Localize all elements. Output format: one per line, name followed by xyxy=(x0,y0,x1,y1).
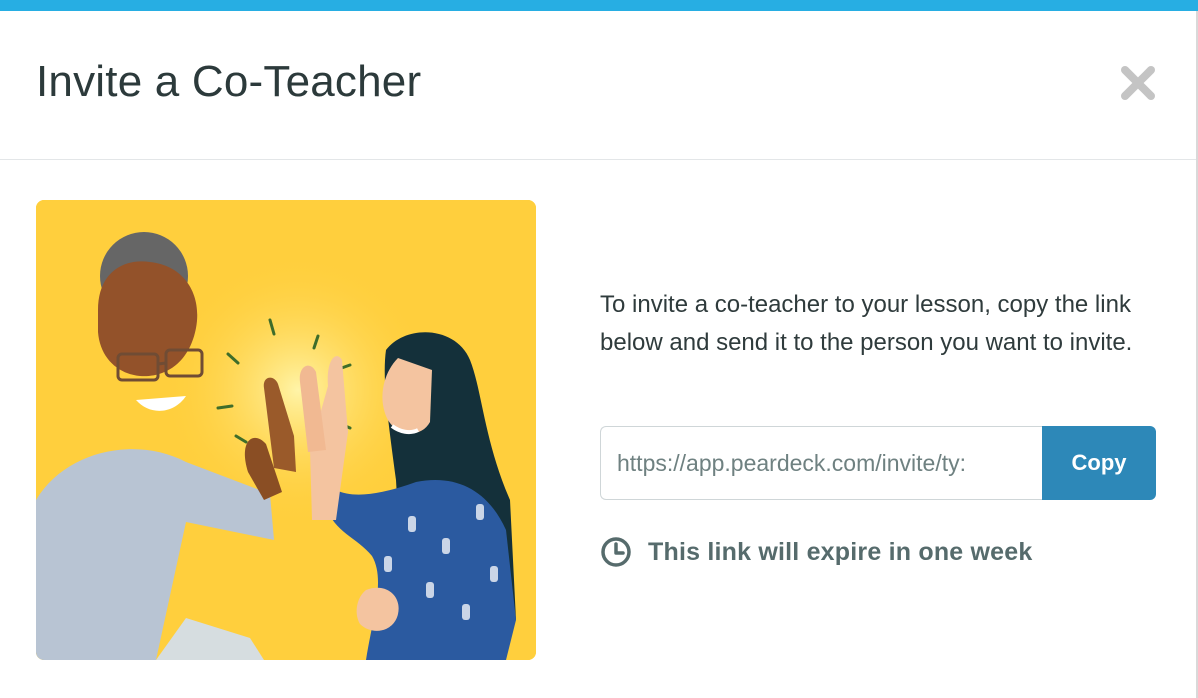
close-icon xyxy=(1121,66,1155,100)
modal-header: Invite a Co-Teacher xyxy=(0,11,1196,160)
invite-instructions: To invite a co-teacher to your lesson, c… xyxy=(600,291,1133,356)
expiry-text: This link will expire in one week xyxy=(648,537,1033,566)
clock-icon xyxy=(601,537,631,567)
high-five-illustration xyxy=(36,200,536,660)
invite-link-field[interactable] xyxy=(600,426,1042,500)
invite-link-group: Copy xyxy=(600,426,1156,500)
expiry-notice: This link will expire in one week xyxy=(600,532,1033,572)
modal-title: Invite a Co-Teacher xyxy=(36,57,422,106)
copy-button[interactable]: Copy xyxy=(1042,426,1156,500)
close-button[interactable] xyxy=(1116,61,1160,105)
accent-top-bar xyxy=(0,0,1198,11)
